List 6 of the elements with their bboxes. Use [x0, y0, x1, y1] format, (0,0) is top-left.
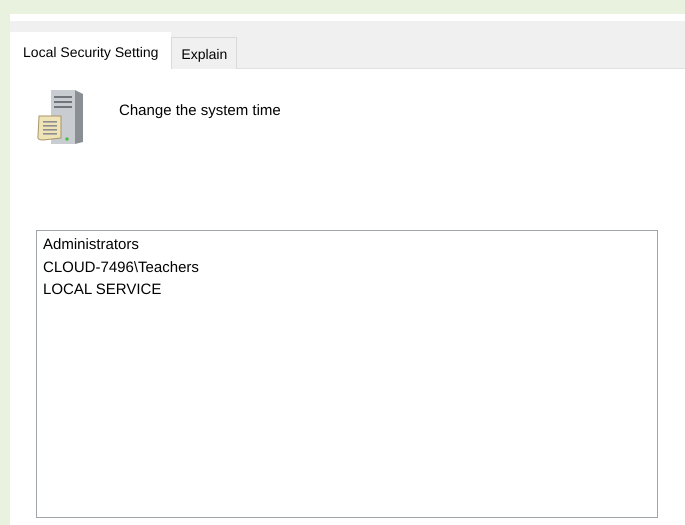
policy-title: Change the system time [119, 102, 281, 119]
list-item[interactable]: Administrators [43, 234, 651, 256]
tab[interactable]: Explain [171, 37, 238, 69]
list-item[interactable]: CLOUD-7496\Teachers [43, 256, 651, 279]
tab[interactable]: Local Security Setting [10, 32, 172, 69]
list-item[interactable]: LOCAL SERVICE [43, 279, 651, 302]
